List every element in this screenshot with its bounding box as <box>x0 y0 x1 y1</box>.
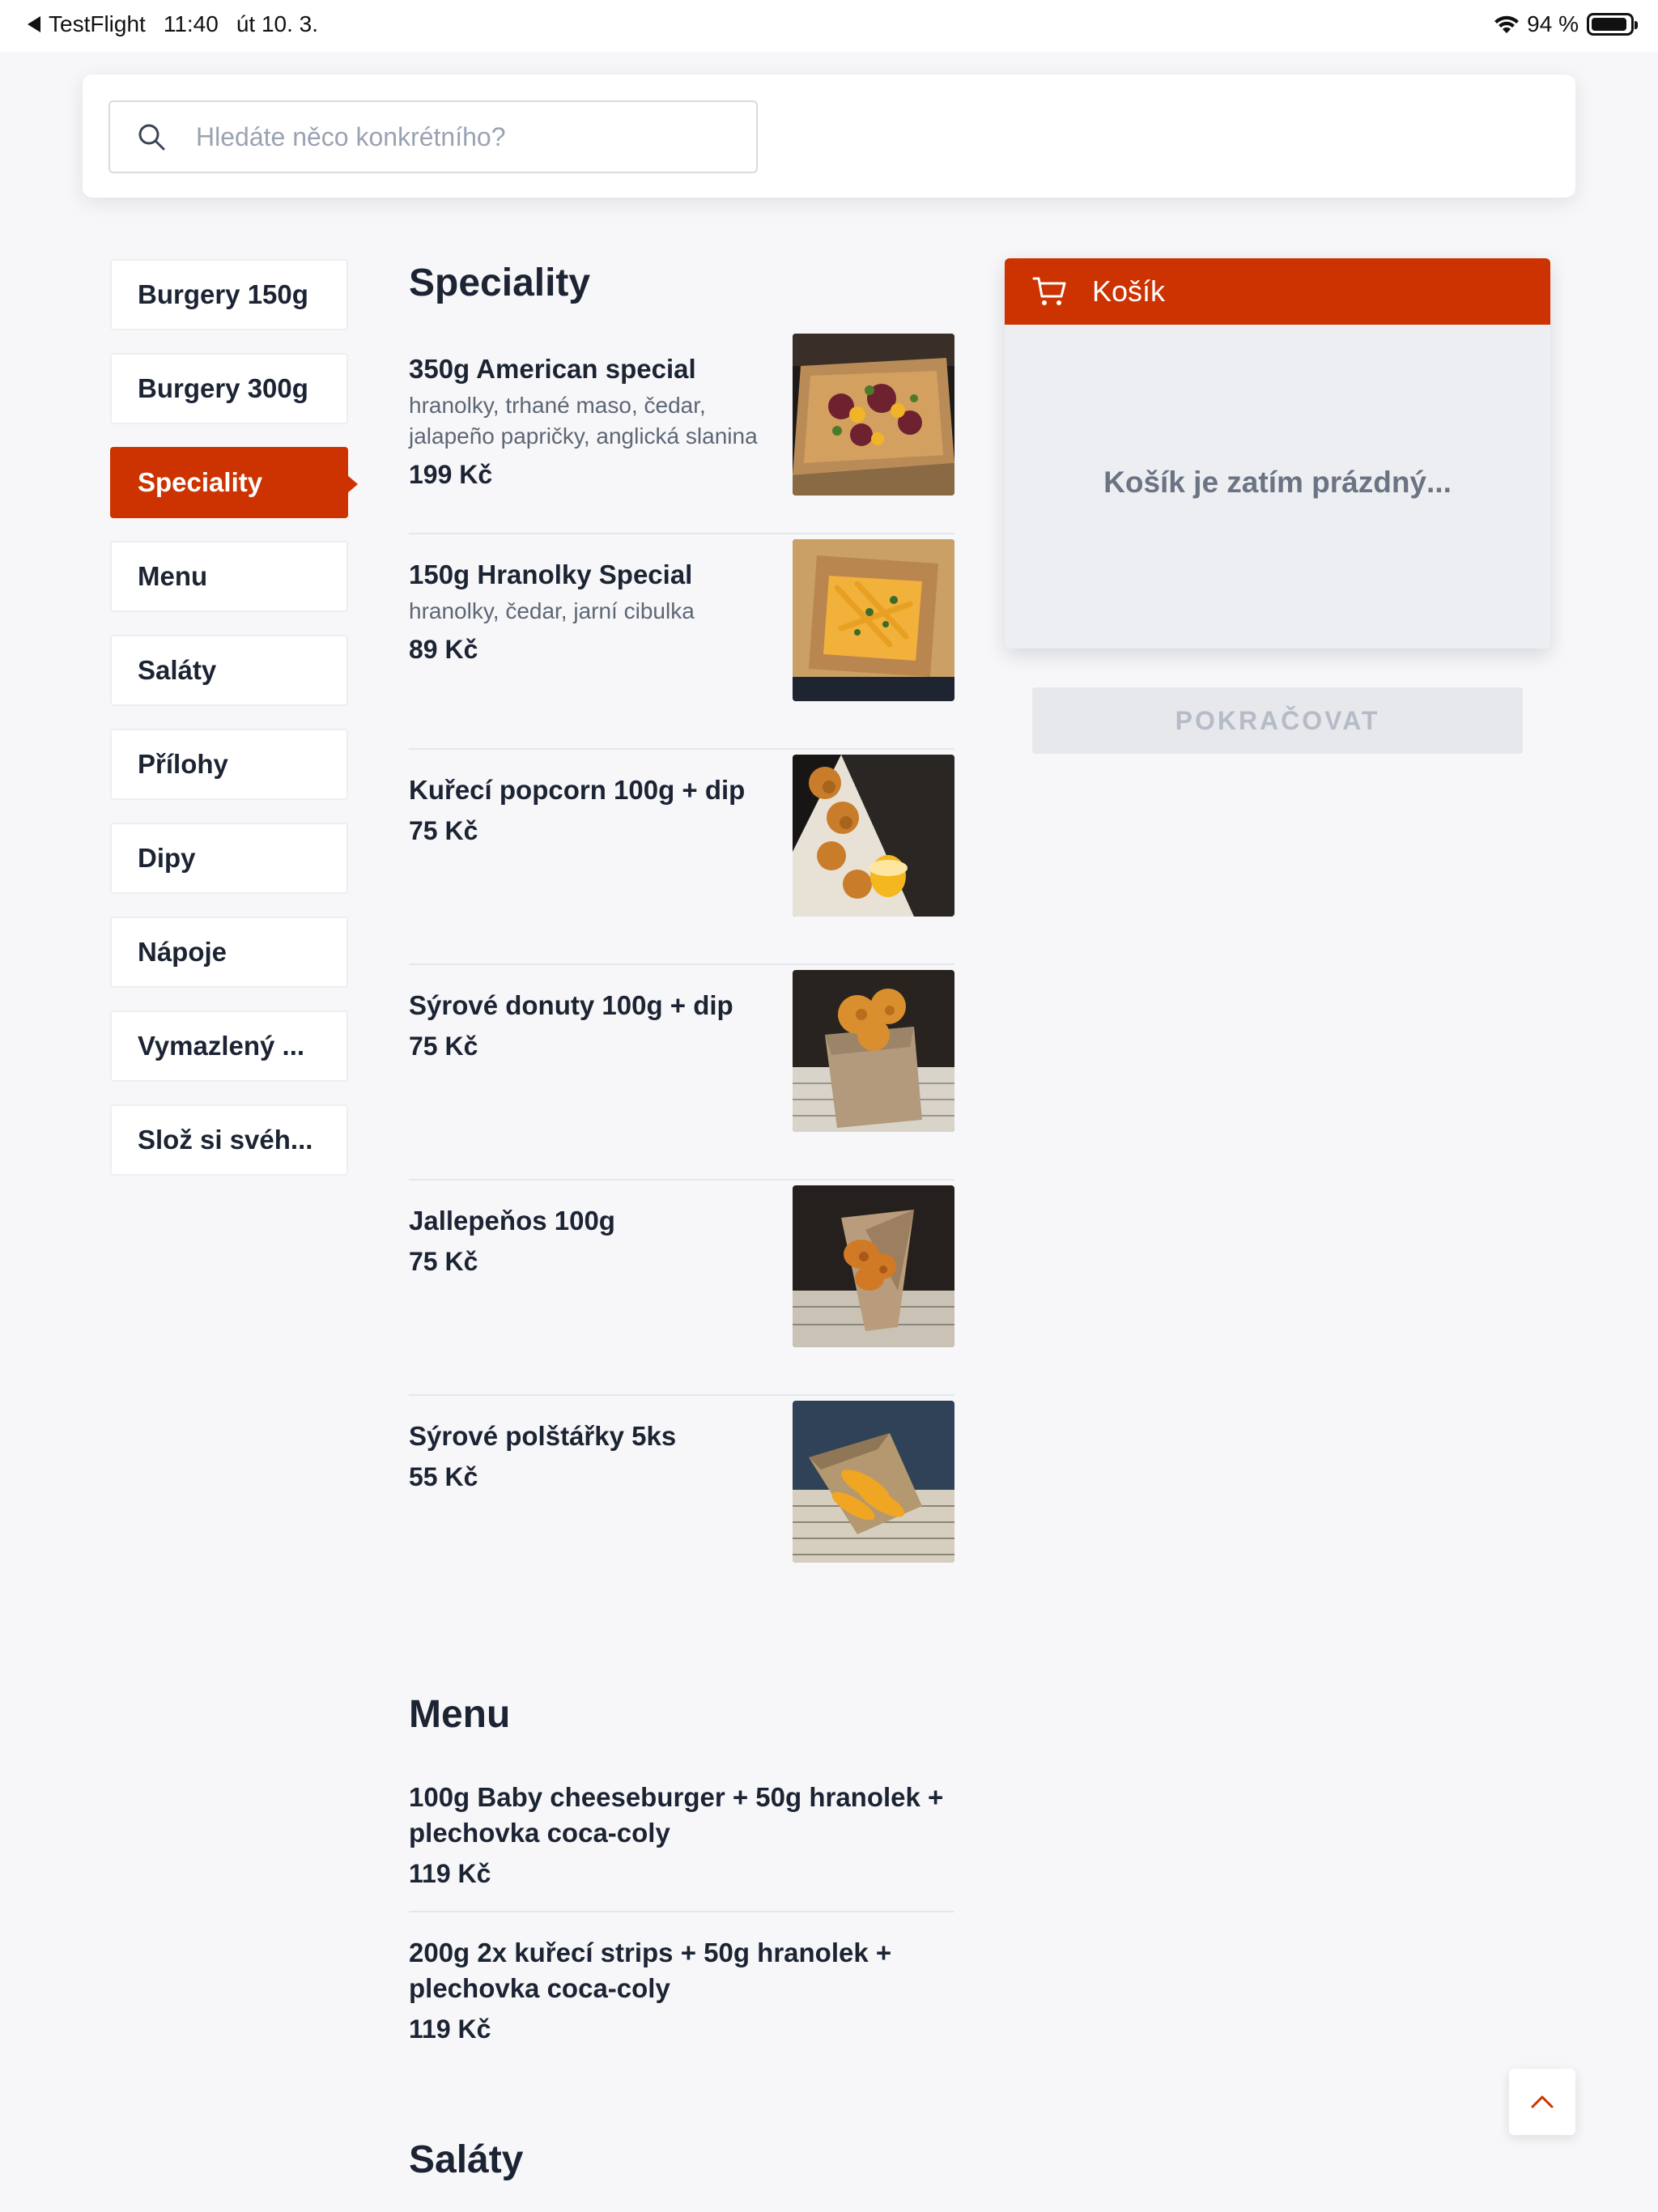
cart-empty-message: Košík je zatím prázdný... <box>1103 466 1452 499</box>
menu-section: Saláty <box>409 2136 954 2193</box>
cart-title: Košík <box>1092 274 1166 308</box>
sidebar-item-4[interactable]: Saláty <box>110 635 348 706</box>
sidebar-item-2[interactable]: Speciality <box>110 447 358 518</box>
sidebar-item-3[interactable]: Menu <box>110 541 348 612</box>
sidebar-item-8[interactable]: Vymazlený ... <box>110 1010 348 1082</box>
product-name: Sýrové donuty 100g + dip <box>409 990 733 1020</box>
product-price: 75 Kč <box>409 1247 478 1276</box>
product-name: 150g Hranolky Special <box>409 559 693 589</box>
product-image-chicken-popcorn[interactable] <box>793 755 954 917</box>
cart-panel: Košík Košík je zatím prázdný... <box>1005 258 1550 649</box>
product-item[interactable]: Sýrové donuty 100g + dip 75 Kč <box>409 965 954 1180</box>
shopping-cart-icon <box>1032 277 1066 305</box>
product-item[interactable]: 100g Baby cheeseburger + 50g hranolek + … <box>409 1747 954 1912</box>
sidebar-item-6[interactable]: Dipy <box>110 823 348 894</box>
menu-section: Speciality 350g American special hranolky,… <box>409 259 954 1611</box>
sidebar-item-5[interactable]: Přílohy <box>110 729 348 800</box>
product-item[interactable]: 150g Hranolky Special hranolky, čedar, ja… <box>409 534 954 750</box>
search-box[interactable] <box>108 100 758 173</box>
product-price: 55 Kč <box>409 1462 478 1491</box>
product-item[interactable]: Sýrové polštářky 5ks 55 Kč <box>409 1396 954 1611</box>
status-bar: TestFlight 11:40 út 10. 3. 94 % <box>0 0 1658 52</box>
product-price: 89 Kč <box>409 635 478 664</box>
product-name: Jallepeňos 100g <box>409 1206 615 1236</box>
menu-section: Menu 100g Baby cheeseburger + 50g hranole… <box>409 1691 954 2078</box>
product-image-fries-loaded-box[interactable] <box>793 334 954 496</box>
chevron-up-icon <box>1531 2095 1554 2108</box>
search-header <box>83 74 1575 198</box>
product-price: 199 Kč <box>409 460 493 489</box>
product-name: Sýrové polštářky 5ks <box>409 1421 677 1451</box>
product-price: 119 Kč <box>409 1859 491 1888</box>
product-price: 75 Kč <box>409 816 478 845</box>
sidebar-item-label: Nápoje <box>138 937 227 967</box>
wifi-icon <box>1494 15 1520 33</box>
sidebar-item-label: Burgery 150g <box>138 279 308 309</box>
status-date: út 10. 3. <box>236 11 319 36</box>
continue-button[interactable]: POKRAČOVAT <box>1032 687 1523 754</box>
product-image-cheese-donuts[interactable] <box>793 970 954 1132</box>
search-input[interactable] <box>196 121 730 152</box>
sidebar-item-label: Dipy <box>138 843 196 873</box>
sidebar-item-label: Burgery 300g <box>138 373 308 403</box>
battery-icon <box>1587 13 1638 36</box>
back-to-app[interactable]: TestFlight <box>49 11 146 37</box>
product-name: Kuřecí popcorn 100g + dip <box>409 775 746 805</box>
sidebar-item-label: Vymazlený ... <box>138 1031 305 1061</box>
battery-percent: 94 % <box>1527 11 1579 36</box>
back-arrow-icon[interactable] <box>28 16 40 32</box>
sidebar-item-7[interactable]: Nápoje <box>110 917 348 988</box>
product-description: hranolky, trhané maso, čedar, jalapeño p… <box>409 393 758 449</box>
category-sidebar: Burgery 150g Burgery 300g Speciality Menu Sa… <box>110 259 358 1198</box>
product-item[interactable]: 200g 2x kuřecí strips + 50g hranolek + p… <box>409 1912 954 2078</box>
status-time: 11:40 <box>163 11 219 36</box>
product-item[interactable]: 350g American special hranolky, trhané ma… <box>409 316 954 534</box>
search-icon <box>138 124 165 151</box>
sidebar-item-label: Saláty <box>138 655 217 685</box>
sidebar-item-label: Menu <box>138 561 208 591</box>
product-name: 200g 2x kuřecí strips + 50g hranolek + p… <box>409 1938 892 2003</box>
cart-header: Košík <box>1005 258 1550 325</box>
product-item[interactable]: Kuřecí popcorn 100g + dip 75 Kč <box>409 750 954 965</box>
scroll-to-top-button[interactable] <box>1509 2069 1575 2135</box>
product-name: 100g Baby cheeseburger + 50g hranolek + … <box>409 1782 944 1848</box>
product-image-fries-cheese-box[interactable] <box>793 539 954 701</box>
section-title: Menu <box>409 1693 511 1736</box>
product-price: 75 Kč <box>409 1032 478 1061</box>
product-image-cheese-pillows[interactable] <box>793 1401 954 1563</box>
section-title: Saláty <box>409 2138 524 2181</box>
product-name: 350g American special <box>409 354 696 384</box>
sidebar-item-1[interactable]: Burgery 300g <box>110 353 348 424</box>
section-title: Speciality <box>409 262 591 304</box>
sidebar-item-9[interactable]: Slož si svéh... <box>110 1104 348 1176</box>
product-description: hranolky, čedar, jarní cibulka <box>409 598 695 623</box>
product-image-jalapenos[interactable] <box>793 1185 954 1347</box>
product-list: Speciality 350g American special hranolky,… <box>409 259 954 2193</box>
sidebar-item-0[interactable]: Burgery 150g <box>110 259 348 330</box>
sidebar-item-label: Slož si svéh... <box>138 1125 313 1155</box>
sidebar-item-label: Speciality <box>138 467 263 497</box>
sidebar-item-label: Přílohy <box>138 749 228 779</box>
product-item[interactable]: Jallepeňos 100g 75 Kč <box>409 1180 954 1396</box>
product-price: 119 Kč <box>409 2014 491 2044</box>
